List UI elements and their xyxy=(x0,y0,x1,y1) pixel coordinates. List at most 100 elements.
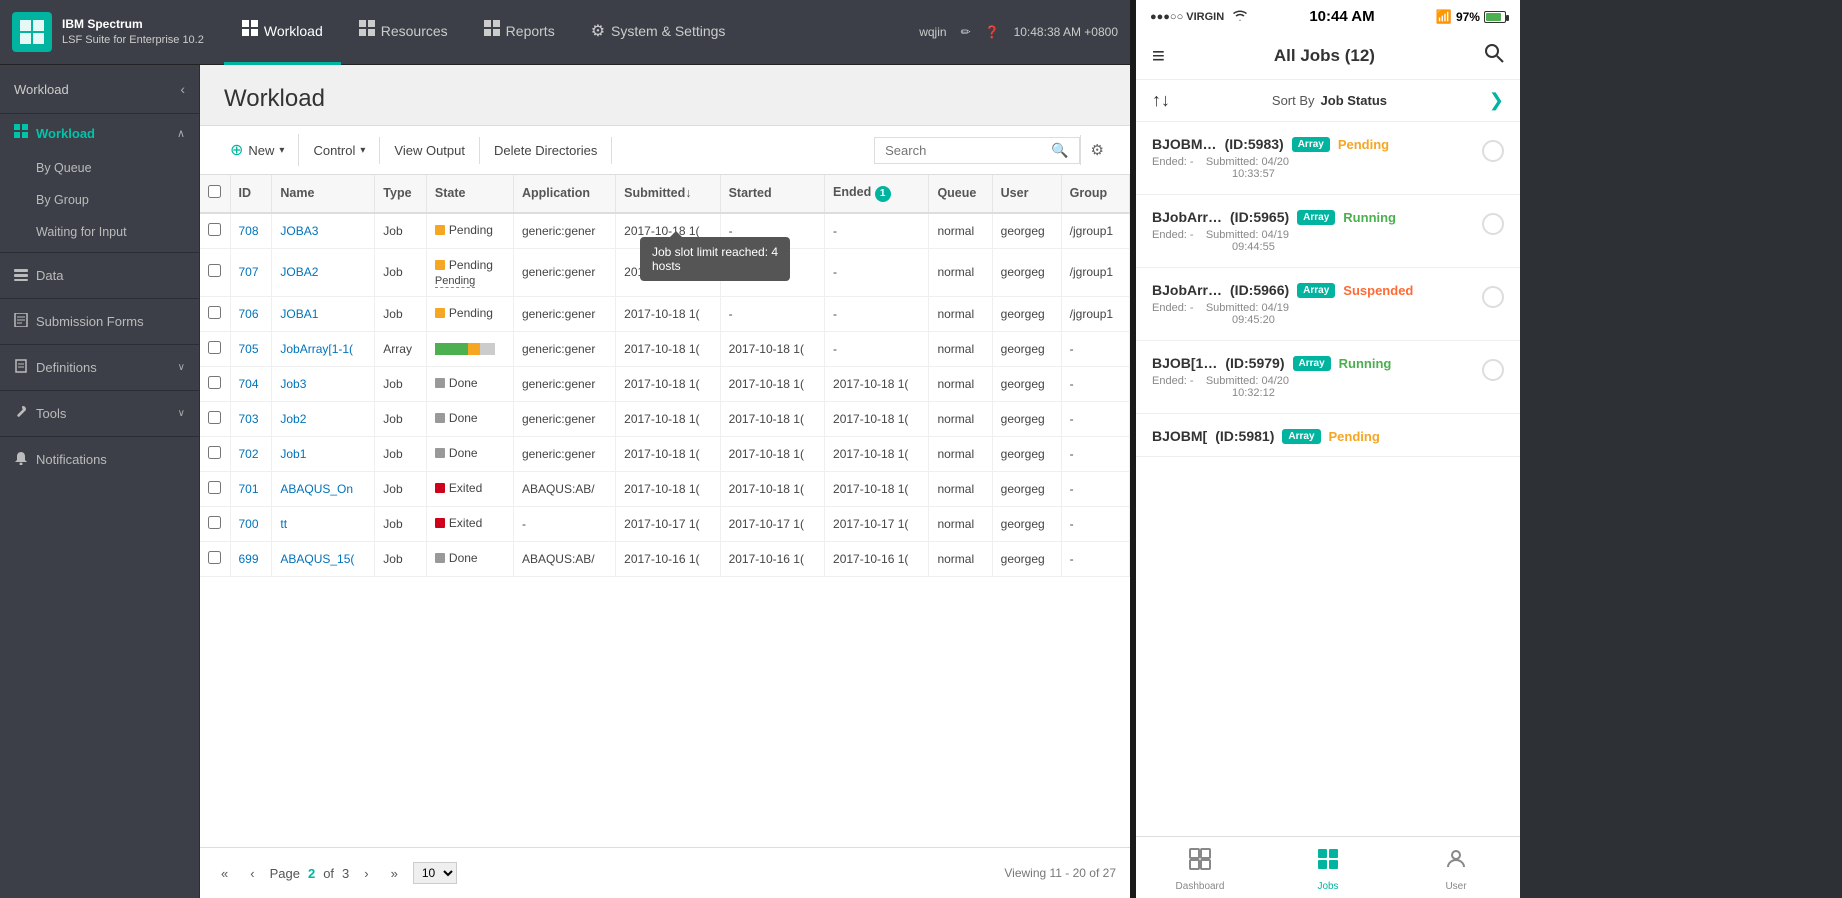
th-state[interactable]: State xyxy=(426,175,513,213)
job-name-link[interactable]: JOBA3 xyxy=(280,224,318,238)
mobile-job-item[interactable]: BJobArr… (ID:5965) Array Running Ended: … xyxy=(1136,195,1520,268)
table-row: 703 Job2 Job Done generic:gener 2017-10-… xyxy=(200,401,1130,436)
sidebar-item-submission-forms[interactable]: Submission Forms xyxy=(0,303,199,340)
mobile-job-select-circle[interactable] xyxy=(1482,359,1504,381)
state-dot-done xyxy=(435,553,445,563)
job-name-link[interactable]: ABAQUS_15( xyxy=(280,552,354,566)
job-id-link[interactable]: 703 xyxy=(239,412,259,426)
mobile-job-select-circle[interactable] xyxy=(1482,213,1504,235)
job-id-link[interactable]: 707 xyxy=(239,265,259,279)
job-id-link[interactable]: 706 xyxy=(239,307,259,321)
next-page-button[interactable]: › xyxy=(357,863,375,884)
last-page-button[interactable]: » xyxy=(384,863,405,884)
th-ended[interactable]: Ended 1 xyxy=(825,175,929,213)
row-checkbox[interactable] xyxy=(208,446,221,459)
mobile-job-item[interactable]: BJOBM… (ID:5983) Array Pending Ended: - … xyxy=(1136,122,1520,195)
nav-item-settings[interactable]: ⚙ System & Settings xyxy=(573,0,744,65)
new-button[interactable]: ⊕ New ▾ xyxy=(216,134,299,166)
job-name-link[interactable]: JOBA2 xyxy=(280,265,318,279)
th-submitted[interactable]: Submitted↓ xyxy=(616,175,720,213)
mobile-sort-bar: ↑↓ Sort By Job Status ❯ xyxy=(1136,80,1520,122)
sidebar-item-waiting-for-input[interactable]: Waiting for Input xyxy=(0,216,199,248)
job-name-link[interactable]: JobArray[1-1( xyxy=(280,342,353,356)
mobile-job-select-circle[interactable] xyxy=(1482,140,1504,162)
sidebar-item-data[interactable]: Data xyxy=(0,257,199,294)
ended-badge: 1 xyxy=(875,186,891,202)
control-button[interactable]: Control ▾ xyxy=(299,137,380,164)
sidebar-section-workload-header[interactable]: Workload ∧ xyxy=(0,114,199,152)
nav-item-resources[interactable]: Resources xyxy=(341,0,466,65)
td-checkbox xyxy=(200,436,230,471)
gear-button[interactable]: ⚙ xyxy=(1080,135,1114,165)
job-id-link[interactable]: 705 xyxy=(239,342,259,356)
mobile-search-button[interactable] xyxy=(1484,43,1504,69)
row-checkbox[interactable] xyxy=(208,306,221,319)
mobile-nav-jobs[interactable]: Jobs xyxy=(1264,837,1392,898)
job-id-link[interactable]: 702 xyxy=(239,447,259,461)
sidebar-item-definitions[interactable]: Definitions ∨ xyxy=(0,349,199,386)
sidebar-item-by-queue[interactable]: By Queue xyxy=(0,152,199,184)
search-icon[interactable]: 🔍 xyxy=(1051,142,1068,159)
job-name-link[interactable]: Job2 xyxy=(280,412,306,426)
pending-sub-status[interactable]: Pending xyxy=(435,275,475,288)
row-checkbox[interactable] xyxy=(208,481,221,494)
mobile-job-info: BJobArr… (ID:5965) Array Running Ended: … xyxy=(1152,209,1472,253)
job-id-link[interactable]: 700 xyxy=(239,517,259,531)
nav-pencil-icon[interactable]: ✏ xyxy=(961,25,971,39)
mobile-job-item[interactable]: BJOB[1… (ID:5979) Array Running Ended: -… xyxy=(1136,341,1520,414)
th-user[interactable]: User xyxy=(992,175,1061,213)
job-id-link[interactable]: 701 xyxy=(239,482,259,496)
mobile-job-item-partial[interactable]: BJOBM[ (ID:5981) Array Pending xyxy=(1136,414,1520,457)
row-checkbox[interactable] xyxy=(208,551,221,564)
sidebar-item-by-group[interactable]: By Group xyxy=(0,184,199,216)
sort-by-label: Sort By xyxy=(1272,93,1315,108)
mobile-nav-user[interactable]: User xyxy=(1392,837,1520,898)
job-id-link[interactable]: 708 xyxy=(239,224,259,238)
row-checkbox[interactable] xyxy=(208,411,221,424)
th-name[interactable]: Name xyxy=(272,175,375,213)
row-checkbox[interactable] xyxy=(208,223,221,236)
first-page-button[interactable]: « xyxy=(214,863,235,884)
th-group[interactable]: Group xyxy=(1061,175,1129,213)
sidebar-collapse-button[interactable]: ‹ xyxy=(180,81,185,97)
th-id[interactable]: ID xyxy=(230,175,272,213)
job-name-link[interactable]: ABAQUS_On xyxy=(280,482,353,496)
th-type[interactable]: Type xyxy=(375,175,427,213)
td-state: Done xyxy=(426,541,513,576)
current-page: 2 xyxy=(308,866,315,881)
job-name-link[interactable]: JOBA1 xyxy=(280,307,318,321)
per-page-select[interactable]: 10 25 50 xyxy=(413,862,457,884)
job-name-link[interactable]: Job3 xyxy=(280,377,306,391)
row-checkbox[interactable] xyxy=(208,376,221,389)
row-checkbox[interactable] xyxy=(208,264,221,277)
mobile-job-select-circle[interactable] xyxy=(1482,286,1504,308)
mobile-job-meta: Ended: - Submitted: 04/19 09:44:55 xyxy=(1152,229,1472,253)
prev-page-button[interactable]: ‹ xyxy=(243,863,261,884)
sort-chevron-button[interactable]: ❯ xyxy=(1489,90,1504,111)
nav-item-reports[interactable]: Reports xyxy=(466,0,573,65)
th-queue[interactable]: Queue xyxy=(929,175,992,213)
row-checkbox[interactable] xyxy=(208,516,221,529)
view-output-button[interactable]: View Output xyxy=(380,137,480,164)
job-id-link[interactable]: 704 xyxy=(239,377,259,391)
mobile-job-item[interactable]: BJobArr… (ID:5966) Array Suspended Ended… xyxy=(1136,268,1520,341)
mobile-nav-dashboard[interactable]: Dashboard xyxy=(1136,837,1264,898)
job-name-link[interactable]: tt xyxy=(280,517,287,531)
sort-arrows-button[interactable]: ↑↓ xyxy=(1152,90,1170,111)
row-checkbox[interactable] xyxy=(208,341,221,354)
td-user: georgeg xyxy=(992,296,1061,331)
sidebar-item-notifications[interactable]: Notifications xyxy=(0,441,199,478)
nav-user[interactable]: wqjin xyxy=(919,25,946,39)
select-all-checkbox[interactable] xyxy=(208,185,221,198)
delete-directories-button[interactable]: Delete Directories xyxy=(480,137,612,164)
sidebar-item-tools[interactable]: Tools ∨ xyxy=(0,395,199,432)
search-input[interactable] xyxy=(885,143,1045,158)
nav-help-icon[interactable]: ❓ xyxy=(985,25,1000,39)
th-application[interactable]: Application xyxy=(513,175,615,213)
td-application: generic:gener xyxy=(513,366,615,401)
mobile-menu-button[interactable]: ≡ xyxy=(1152,43,1165,69)
nav-item-workload[interactable]: Workload xyxy=(224,0,341,65)
job-name-link[interactable]: Job1 xyxy=(280,447,306,461)
th-started[interactable]: Started xyxy=(720,175,824,213)
job-id-link[interactable]: 699 xyxy=(239,552,259,566)
